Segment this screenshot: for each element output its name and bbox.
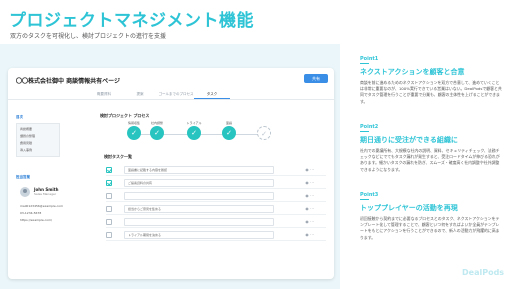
task-label: 稟議書に記載する内容を確認	[128, 168, 168, 172]
point1-rule	[360, 63, 369, 64]
task-checkbox[interactable]	[106, 232, 112, 238]
task-label: トライアル期間を決める	[128, 233, 161, 237]
page-title: プロジェクトマネジメント機能	[9, 11, 254, 31]
point3-label: Point3	[360, 192, 379, 198]
task-label: 担当からご意見を集める	[128, 207, 162, 211]
page-subtitle: 双方のタスクを可視化し、検討プロジェクトの進行を支援	[10, 33, 167, 40]
task-row: ◉ ⋯	[106, 191, 326, 202]
tab-tasks[interactable]: タスク	[194, 89, 230, 99]
tab-proposal[interactable]: 提案	[122, 89, 158, 99]
sidebar-sales-title: 担当営業	[16, 175, 30, 179]
task-actions-icon[interactable]: ◉ ⋯	[305, 167, 314, 172]
sidebar-item[interactable]: 商談概要	[20, 126, 56, 133]
tab-process[interactable]: ゴールまでのプロセス	[158, 89, 194, 99]
point1-body: 商談を前に進めるためのネクストアクションを双方で合意して、進めていくことは非常に…	[360, 80, 502, 104]
point1-label: Point1	[360, 56, 379, 62]
sidebar-item[interactable]: 導入事例	[20, 147, 56, 154]
task-row: ◉ ⋯	[106, 217, 326, 228]
tab-bar: 概要資料 提案 ゴールまでのプロセス タスク	[86, 89, 230, 99]
process-title: 検討プロジェクト プロセス	[100, 113, 150, 118]
contact-url[interactable]: https://example.com/	[20, 218, 52, 222]
step-pending-icon: ✓	[257, 126, 271, 140]
step-label: 情報収集	[127, 121, 141, 125]
task-actions-icon[interactable]: ◉ ⋯	[305, 206, 314, 211]
point2-rule	[360, 131, 369, 132]
step-done-icon: ✓	[127, 126, 141, 140]
step-label: 稟議	[225, 121, 233, 125]
task-actions-icon[interactable]: ◉ ⋯	[305, 180, 314, 185]
task-checkbox[interactable]	[106, 206, 112, 212]
task-row: 担当からご意見を集める ◉ ⋯	[106, 204, 326, 215]
point3-rule	[360, 199, 369, 200]
contact-email[interactable]: mail0123456@example.com	[20, 204, 63, 208]
share-button[interactable]: 共有	[304, 74, 328, 83]
point1-title: ネクストアクションを顧客と合意	[360, 68, 465, 76]
step-label: トライアル	[186, 121, 202, 125]
step-done-icon: ✓	[187, 126, 201, 140]
mockup-header: 〇〇株式会社御中 商談情報共有ページ 共有 概要資料 提案 ゴールまでのプロセス…	[8, 68, 334, 100]
task-row: 稟議書に記載する内容を確認 ◉ ⋯	[106, 165, 326, 176]
task-checkbox[interactable]	[106, 167, 112, 173]
task-field[interactable]: ご提案資料の共有	[124, 179, 274, 187]
task-actions-icon[interactable]: ◉ ⋯	[305, 232, 314, 237]
step-label: 社内調整	[150, 121, 164, 125]
task-row: トライアル期間を決める ◉ ⋯	[106, 230, 326, 241]
task-checkbox[interactable]	[106, 180, 112, 186]
task-field[interactable]	[124, 192, 274, 200]
user-role: Sales Manager	[34, 192, 57, 196]
step-done-icon: ✓	[150, 126, 164, 140]
task-actions-icon[interactable]: ◉ ⋯	[305, 219, 314, 224]
sidebar-toc-list: 商談概要 課題の整理 費用見積 導入事例	[16, 123, 60, 157]
task-list-title: 検討タスク一覧	[104, 154, 132, 159]
task-field[interactable]: トライアル期間を決める	[124, 231, 274, 239]
sidebar-toc-title: 目次	[16, 115, 23, 119]
contact-phone[interactable]: 03-1234-5678	[20, 211, 41, 215]
task-checkbox[interactable]	[106, 219, 112, 225]
sidebar-item[interactable]: 費用見積	[20, 140, 56, 147]
step-done-icon: ✓	[222, 126, 236, 140]
task-checkbox[interactable]	[106, 193, 112, 199]
point2-body: 社内での稟議所有、大規模な社内の説明、資料、セキュリティチェック、法務チェックな…	[360, 148, 500, 172]
sidebar-item[interactable]: 課題の整理	[20, 133, 56, 140]
point2-title: 期日通りに受注ができる組織に	[360, 136, 458, 144]
sales-contact-card: John Smith Sales Manager mail0123456@exa…	[20, 187, 70, 227]
task-row: ご提案資料の共有 ◉ ⋯	[106, 178, 326, 189]
avatar	[20, 187, 30, 197]
dealpods-logo: DealPods	[462, 268, 505, 277]
tab-overview[interactable]: 概要資料	[86, 89, 122, 99]
mockup-title: 〇〇株式会社御中 商談情報共有ページ	[16, 78, 120, 85]
point3-title: トッププレイヤーの活動を再現	[360, 204, 458, 212]
task-field[interactable]: 稟議書に記載する内容を確認	[124, 166, 274, 174]
task-field[interactable]	[124, 218, 274, 226]
point2-label: Point2	[360, 124, 379, 130]
task-actions-icon[interactable]: ◉ ⋯	[305, 193, 314, 198]
task-field[interactable]: 担当からご意見を集める	[124, 205, 274, 213]
task-label: ご提案資料の共有	[128, 181, 153, 185]
point3-body: 初回接触から契約までに必要なるプロセスとのタスク、ネクストアクションをテンプレー…	[360, 216, 500, 240]
